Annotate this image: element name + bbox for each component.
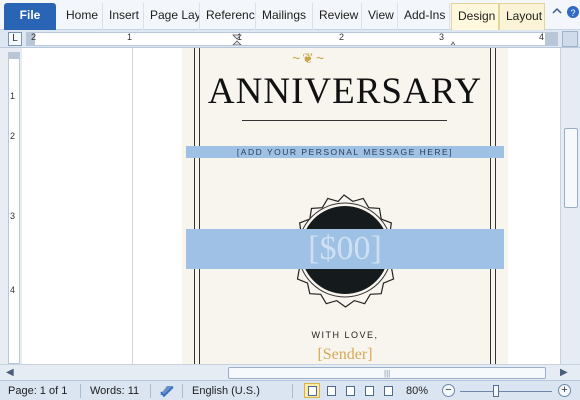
chevron-up-icon[interactable] bbox=[551, 5, 563, 20]
full-screen-reading-view-icon[interactable] bbox=[323, 383, 339, 398]
tab-layout[interactable]: Layout bbox=[499, 3, 545, 30]
tab-page-layout[interactable]: Page Lay bbox=[144, 3, 200, 30]
print-layout-view-icon[interactable] bbox=[304, 383, 320, 398]
scroll-right-arrow-icon[interactable]: ▶ bbox=[560, 367, 568, 378]
tab-mailings[interactable]: Mailings bbox=[256, 3, 313, 30]
vertical-scroll-thumb[interactable] bbox=[564, 128, 578, 208]
tab-selector-button[interactable]: L bbox=[8, 32, 22, 46]
web-layout-view-icon[interactable] bbox=[342, 383, 358, 398]
status-bar: Page: 1 of 1 Words: 11 English (U.S.) 80… bbox=[0, 380, 580, 400]
ruler-number: 3 bbox=[10, 211, 16, 221]
gift-certificate[interactable]: ~❦~ ANNIVERSARY [ADD YOUR PERSONAL MESSA… bbox=[182, 48, 508, 364]
view-ruler-icon[interactable] bbox=[562, 31, 578, 47]
tab-home[interactable]: Home bbox=[60, 3, 103, 30]
ruler-number: 1 bbox=[127, 32, 133, 42]
proofing-icon[interactable] bbox=[158, 383, 176, 400]
outline-view-icon[interactable] bbox=[361, 383, 377, 398]
ornament-flourish: ~❦~ bbox=[292, 50, 327, 66]
certificate-title[interactable]: ANNIVERSARY bbox=[182, 70, 508, 113]
ruler-number: 2 bbox=[31, 32, 37, 42]
zoom-slider[interactable] bbox=[460, 391, 552, 392]
ruler-right-indent-marker[interactable] bbox=[449, 35, 457, 45]
ruler-indent-marker[interactable] bbox=[232, 33, 242, 45]
help-icon[interactable]: ? bbox=[566, 5, 580, 22]
ruler-number: 2 bbox=[339, 32, 345, 42]
ruler-number: 4 bbox=[10, 285, 16, 295]
horizontal-scroll-thumb[interactable]: ||| bbox=[228, 367, 546, 379]
tab-review[interactable]: Review bbox=[313, 3, 362, 30]
tab-view[interactable]: View bbox=[362, 3, 398, 30]
text-boundary-line bbox=[132, 48, 133, 364]
zoom-slider-thumb[interactable] bbox=[493, 385, 499, 397]
ruler-margin-right bbox=[545, 33, 557, 45]
ruler-number: 1 bbox=[10, 91, 16, 101]
vertical-ruler[interactable]: 1 2 3 4 bbox=[8, 52, 20, 364]
divider bbox=[150, 384, 151, 398]
ruler-number: 3 bbox=[439, 32, 445, 42]
zoom-level[interactable]: 80% bbox=[406, 385, 428, 397]
horizontal-scrollbar[interactable]: ◀ ||| ▶ bbox=[0, 364, 580, 380]
title-divider bbox=[242, 120, 447, 121]
tab-references[interactable]: Referenc bbox=[200, 3, 256, 30]
zoom-out-button[interactable]: − bbox=[442, 384, 455, 397]
word-count[interactable]: Words: 11 bbox=[90, 385, 139, 397]
svg-text:?: ? bbox=[570, 8, 575, 18]
zoom-in-button[interactable]: + bbox=[558, 384, 571, 397]
page-count[interactable]: Page: 1 of 1 bbox=[8, 385, 67, 397]
amount-placeholder[interactable]: [$00] bbox=[182, 227, 508, 271]
grip-icon: ||| bbox=[384, 369, 391, 378]
tab-add-ins[interactable]: Add-Ins bbox=[398, 3, 450, 30]
vertical-scrollbar[interactable] bbox=[560, 48, 580, 364]
divider bbox=[80, 384, 81, 398]
ruler-margin-top bbox=[9, 53, 19, 59]
ruler-number: 2 bbox=[10, 131, 16, 141]
word-window: File Home Insert Page Lay Referenc Maili… bbox=[0, 0, 580, 400]
draft-view-icon[interactable] bbox=[380, 383, 396, 398]
horizontal-ruler-row: L 2 1 1 2 3 4 bbox=[0, 30, 580, 48]
personal-message-placeholder[interactable]: [ADD YOUR PERSONAL MESSAGE HERE] bbox=[182, 146, 508, 158]
scroll-left-arrow-icon[interactable]: ◀ bbox=[6, 367, 14, 378]
tab-insert[interactable]: Insert bbox=[103, 3, 144, 30]
document-area[interactable]: ~❦~ ANNIVERSARY [ADD YOUR PERSONAL MESSA… bbox=[22, 48, 560, 364]
sender-placeholder[interactable]: [Sender] bbox=[182, 346, 508, 364]
tab-file[interactable]: File bbox=[4, 3, 56, 30]
ruler-number: 4 bbox=[539, 32, 545, 42]
closing-text[interactable]: WITH LOVE, bbox=[182, 330, 508, 340]
ribbon-tab-bar: File Home Insert Page Lay Referenc Maili… bbox=[0, 0, 580, 30]
language-indicator[interactable]: English (U.S.) bbox=[192, 385, 260, 397]
divider bbox=[182, 384, 183, 398]
horizontal-ruler[interactable]: 2 1 1 2 3 4 bbox=[26, 32, 558, 46]
divider bbox=[292, 384, 293, 398]
tab-design[interactable]: Design bbox=[451, 3, 499, 30]
